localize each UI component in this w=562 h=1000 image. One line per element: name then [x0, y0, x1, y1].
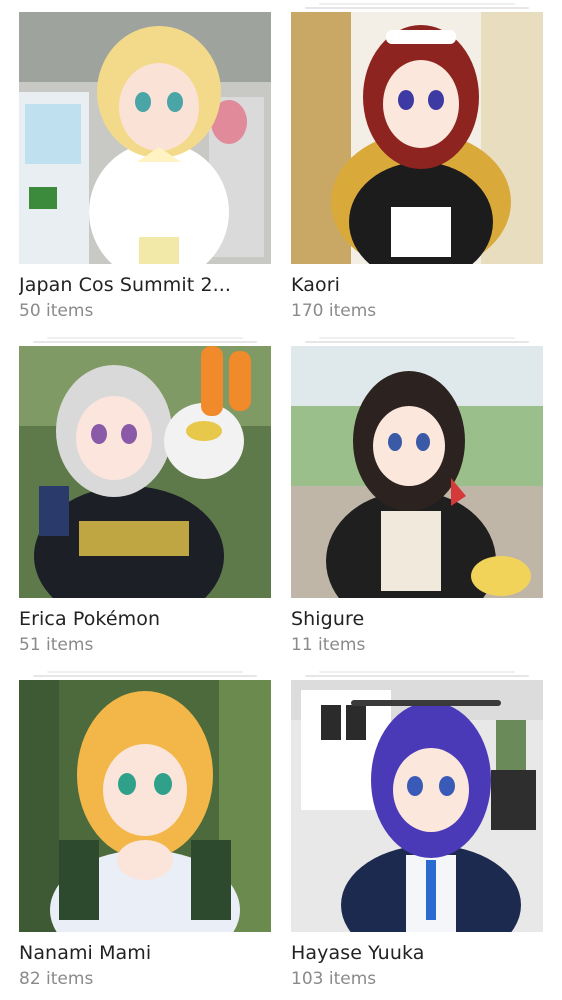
stack-divider [33, 675, 257, 677]
album-item-count: 170 items [291, 301, 377, 321]
stack-divider [319, 671, 515, 673]
album-card-3[interactable]: Erica Pokémon 51 items [19, 337, 271, 657]
album-thumbnail[interactable] [291, 346, 543, 598]
album-title[interactable]: Erica Pokémon [19, 606, 271, 632]
album-card-1[interactable]: Japan Cos Summit 2... 50 items [19, 12, 271, 323]
stack-divider [319, 3, 515, 5]
album-card-5[interactable]: Nanami Mami 82 items [19, 671, 271, 991]
stack-divider [305, 675, 529, 677]
album-card-6[interactable]: Hayase Yuuka 103 items [291, 671, 543, 991]
album-item-count: 82 items [19, 969, 94, 989]
stack-divider [33, 341, 257, 343]
album-title[interactable]: Kaori [291, 272, 543, 298]
stack-divider [305, 341, 529, 343]
album-item-count: 103 items [291, 969, 377, 989]
album-item-count: 51 items [19, 635, 94, 655]
stack-divider [319, 337, 515, 339]
album-grid: Japan Cos Summit 2... 50 items Kaori 170… [0, 0, 562, 1000]
album-thumbnail[interactable] [19, 346, 271, 598]
stack-divider [47, 337, 243, 339]
stack-divider [47, 671, 243, 673]
stack-divider [305, 7, 529, 9]
album-photo-nanami-mami [19, 680, 271, 932]
album-photo-japan-cos-summit [19, 12, 271, 264]
album-photo-erica-pokemon [19, 346, 271, 598]
album-card-4[interactable]: Shigure 11 items [291, 337, 543, 657]
album-thumbnail[interactable] [19, 680, 271, 932]
album-thumbnail[interactable] [19, 12, 271, 264]
album-title[interactable]: Hayase Yuuka [291, 940, 543, 966]
album-photo-shigure [291, 346, 543, 598]
album-photo-hayase-yuuka [291, 680, 543, 932]
album-title[interactable]: Nanami Mami [19, 940, 271, 966]
album-item-count: 11 items [291, 635, 366, 655]
album-item-count: 50 items [19, 301, 94, 321]
album-thumbnail[interactable] [291, 680, 543, 932]
album-photo-kaori [291, 12, 543, 264]
album-thumbnail[interactable] [291, 12, 543, 264]
album-title[interactable]: Shigure [291, 606, 543, 632]
album-card-2[interactable]: Kaori 170 items [291, 3, 543, 323]
album-title[interactable]: Japan Cos Summit 2... [19, 272, 271, 298]
